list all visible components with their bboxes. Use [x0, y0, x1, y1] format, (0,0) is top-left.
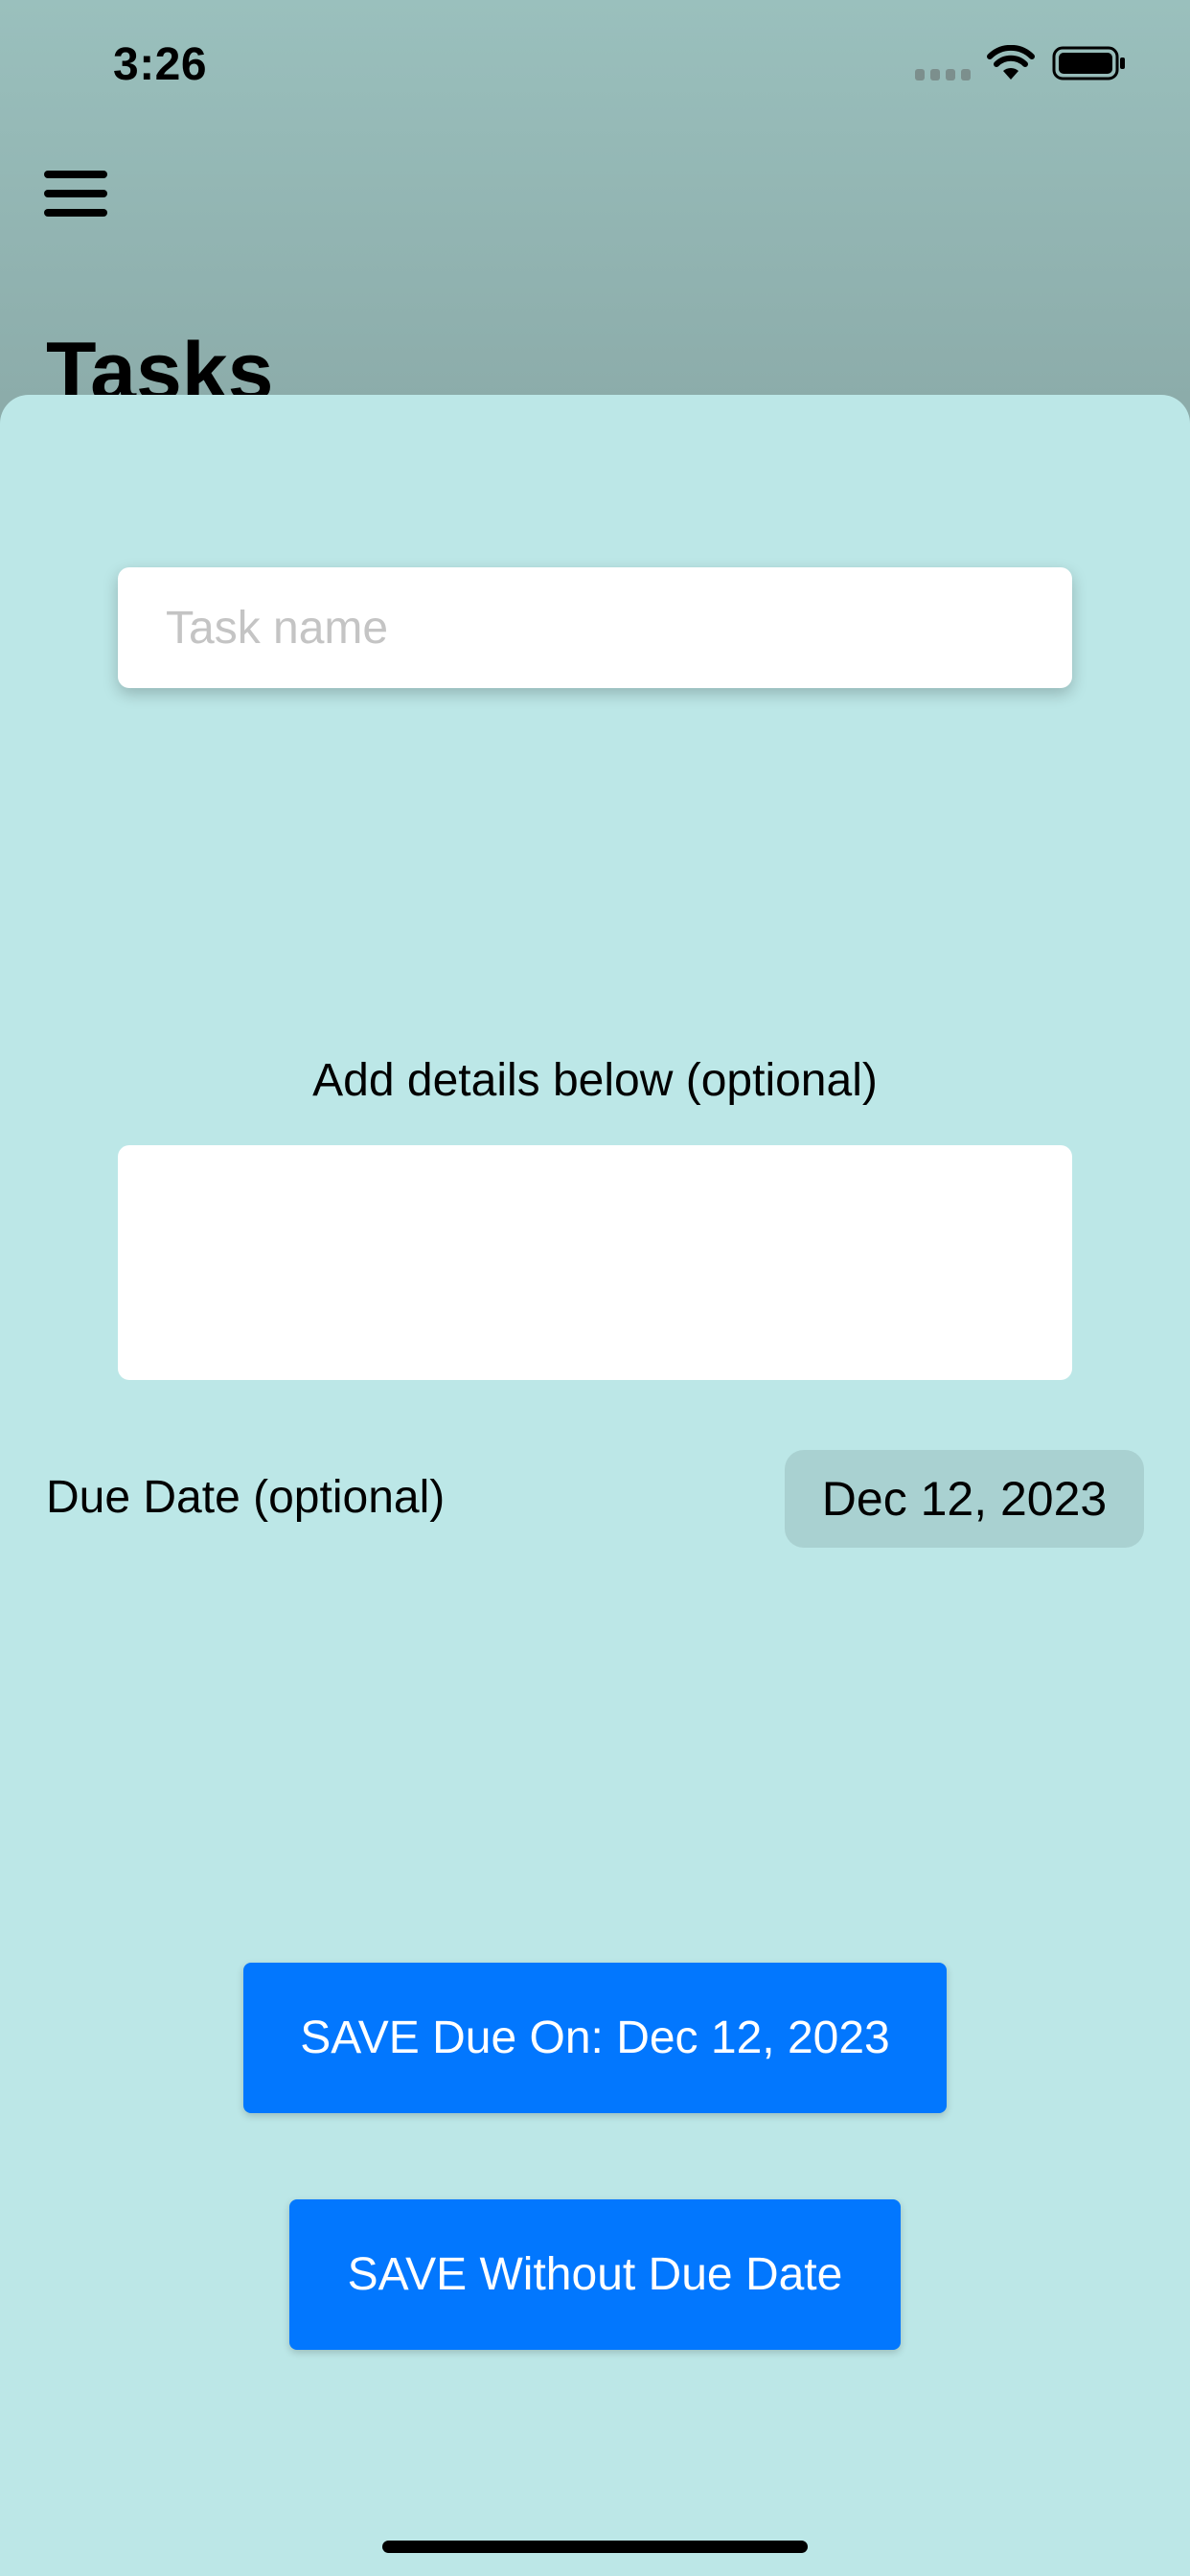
save-without-due-date-button[interactable]: SAVE Without Due Date — [289, 2199, 901, 2350]
wifi-icon — [987, 45, 1035, 80]
signal-icon — [915, 69, 971, 82]
battery-icon — [1052, 46, 1125, 80]
save-with-due-date-button[interactable]: SAVE Due On: Dec 12, 2023 — [243, 1963, 947, 2113]
task-name-input[interactable] — [118, 567, 1072, 688]
status-bar: 3:26 — [0, 0, 1190, 134]
home-indicator — [382, 2541, 808, 2553]
status-time: 3:26 — [113, 39, 208, 90]
details-label: Add details below (optional) — [312, 1055, 878, 1106]
hamburger-menu-icon[interactable] — [44, 171, 109, 217]
due-date-picker[interactable]: Dec 12, 2023 — [785, 1450, 1144, 1548]
due-date-label: Due Date (optional) — [46, 1472, 446, 1523]
due-date-value: Dec 12, 2023 — [821, 1472, 1108, 1526]
details-textarea[interactable] — [118, 1145, 1072, 1380]
